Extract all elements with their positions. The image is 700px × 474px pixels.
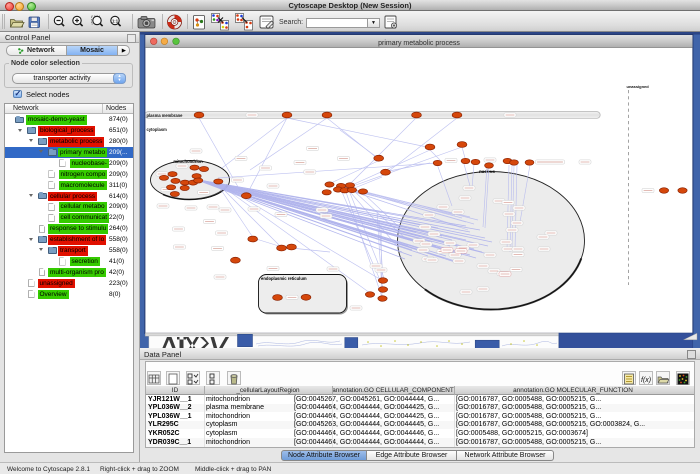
svg-text:primary metabolic process: primary metabolic process (378, 40, 460, 47)
svg-text:1:1: 1:1 (112, 18, 119, 23)
svg-text:endoplasmic reticulum: endoplasmic reticulum (261, 276, 307, 281)
svg-text:cytoplasm: cytoplasm (147, 127, 168, 132)
svg-text:plasma membrane: plasma membrane (147, 113, 184, 118)
svg-text:mitochondrion: mitochondrion (173, 159, 203, 164)
svg-text:nucleus: nucleus (479, 169, 495, 174)
svg-text:f(x): f(x) (641, 377, 651, 384)
svg-text:unassigned: unassigned (627, 84, 650, 89)
